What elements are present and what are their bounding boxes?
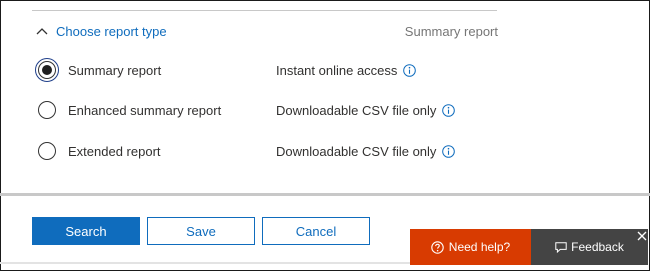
question-circle-icon — [431, 240, 444, 254]
option-description-text: Downloadable CSV file only — [276, 143, 437, 159]
section-title: Choose report type — [56, 23, 167, 39]
option-label[interactable]: Summary report — [68, 63, 161, 78]
feedback-label: Feedback — [571, 240, 624, 254]
collapse-toggle[interactable]: Choose report type — [32, 24, 167, 39]
selected-report-summary: Summary report — [404, 23, 498, 39]
need-help-button[interactable]: Need help? — [410, 229, 531, 265]
option-description-text: Downloadable CSV file only — [276, 102, 437, 118]
save-button[interactable]: Save — [147, 217, 255, 245]
report-type-section-header: Choose report type Summary report — [32, 18, 498, 44]
option-label[interactable]: Enhanced summary report — [68, 103, 221, 118]
cancel-button[interactable]: Cancel — [262, 217, 370, 245]
top-divider — [32, 10, 497, 11]
radio-selected-dot — [42, 65, 52, 75]
feedback-button[interactable]: Feedback — [531, 229, 648, 265]
section-divider — [0, 193, 650, 196]
chevron-up-icon — [36, 28, 48, 35]
info-icon[interactable] — [403, 63, 417, 77]
option-enhanced-summary-report: Enhanced summary report Downloadable CSV… — [38, 98, 498, 122]
radio-extended-report[interactable] — [38, 142, 56, 160]
option-description: Instant online access — [276, 62, 417, 78]
option-description: Downloadable CSV file only — [276, 102, 456, 118]
option-summary-report: Summary report Instant online access — [35, 58, 498, 82]
info-icon[interactable] — [442, 144, 456, 158]
close-icon[interactable] — [636, 230, 648, 242]
option-label[interactable]: Extended report — [68, 144, 161, 159]
need-help-label: Need help? — [448, 240, 511, 254]
option-description-text: Instant online access — [276, 62, 398, 78]
speech-bubble-icon — [555, 241, 567, 253]
info-icon[interactable] — [442, 103, 456, 117]
search-button[interactable]: Search — [32, 217, 140, 245]
radio-enhanced-summary-report[interactable] — [38, 101, 56, 119]
option-description: Downloadable CSV file only — [276, 143, 456, 159]
radio-summary-report[interactable] — [35, 58, 59, 82]
bottom-divider — [0, 262, 410, 264]
option-extended-report: Extended report Downloadable CSV file on… — [38, 139, 498, 163]
